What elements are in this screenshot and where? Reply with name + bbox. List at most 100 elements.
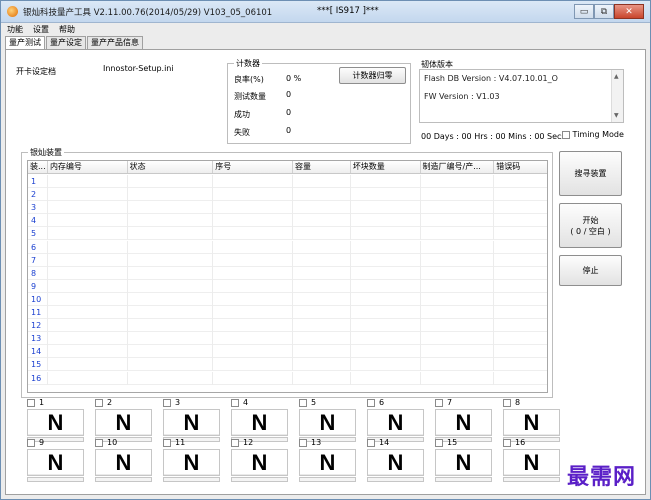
- device-slot[interactable]: 13 N: [299, 438, 359, 483]
- table-row[interactable]: 14: [28, 345, 547, 359]
- slot-checkbox[interactable]: [27, 439, 35, 447]
- table-cell: [48, 240, 128, 254]
- table-cell: [421, 292, 495, 306]
- table-cell: [351, 292, 421, 306]
- table-row[interactable]: 12: [28, 319, 547, 333]
- slot-checkbox[interactable]: [27, 399, 35, 407]
- menu-settings[interactable]: 设置: [33, 23, 49, 36]
- table-cell: [48, 175, 128, 188]
- slot-progress-bar: [299, 477, 356, 482]
- table-cell: [213, 279, 293, 293]
- slot-checkbox[interactable]: [435, 399, 443, 407]
- slot-checkbox[interactable]: [299, 399, 307, 407]
- table-row[interactable]: 4: [28, 214, 547, 228]
- scroll-down-icon[interactable]: ▼: [614, 112, 619, 119]
- slot-checkbox[interactable]: [231, 399, 239, 407]
- device-slot[interactable]: 7N: [435, 398, 495, 443]
- table-row[interactable]: 6: [28, 240, 547, 254]
- tab-mass-test[interactable]: 量产测试: [5, 36, 45, 50]
- chip-title: ***[ IS917 ]***: [317, 6, 379, 16]
- table-row[interactable]: 15: [28, 358, 547, 372]
- stop-button[interactable]: 停止: [559, 255, 622, 286]
- slot-checkbox[interactable]: [299, 439, 307, 447]
- table-cell: [128, 345, 214, 359]
- table-cell: [293, 175, 351, 188]
- device-slot[interactable]: 10 N: [95, 438, 155, 483]
- slot-number: 2: [107, 398, 113, 407]
- device-slot[interactable]: 9N: [27, 438, 87, 483]
- slot-checkbox[interactable]: [435, 439, 443, 447]
- device-slot[interactable]: 8N: [503, 398, 563, 443]
- device-slot[interactable]: 11 N: [163, 438, 223, 483]
- tab-strip: 量产测试 量产设定 量产产品信息: [5, 36, 144, 50]
- tab-product-info[interactable]: 量产产品信息: [87, 36, 143, 50]
- search-device-button[interactable]: 搜寻装置: [559, 151, 622, 196]
- table-row[interactable]: 8: [28, 266, 547, 280]
- success-label: 成功: [234, 110, 250, 119]
- device-slot[interactable]: 14 N: [367, 438, 427, 483]
- col-memory-id[interactable]: 内存编号: [48, 161, 128, 173]
- device-slot[interactable]: 15 N: [435, 438, 495, 483]
- table-cell: [494, 214, 547, 227]
- col-error-code[interactable]: 错误码: [494, 161, 547, 173]
- table-cell: [351, 306, 421, 319]
- device-slot[interactable]: 2N: [95, 398, 155, 443]
- minimize-button[interactable]: ▭: [574, 4, 594, 19]
- maximize-button[interactable]: ⧉: [594, 4, 614, 19]
- col-bad-blocks[interactable]: 坏块数量: [351, 161, 421, 173]
- device-slot[interactable]: 12 N: [231, 438, 291, 483]
- close-button[interactable]: ✕: [614, 4, 644, 19]
- col-capacity[interactable]: 容量: [293, 161, 351, 173]
- table-row[interactable]: 1: [28, 175, 547, 188]
- table-row[interactable]: 3: [28, 201, 547, 215]
- scroll-up-icon[interactable]: ▲: [614, 73, 619, 80]
- reset-counter-button[interactable]: 计数器归零: [339, 67, 406, 84]
- table-cell: [48, 266, 128, 280]
- table-row[interactable]: 2: [28, 188, 547, 202]
- title-bar[interactable]: 银灿科技量产工具 V2.11.00.76(2014/05/29) V103_05…: [1, 1, 650, 23]
- slot-checkbox[interactable]: [163, 439, 171, 447]
- row-index: 3: [28, 201, 48, 215]
- slot-checkbox[interactable]: [367, 439, 375, 447]
- col-device[interactable]: 装...: [28, 161, 48, 173]
- table-row[interactable]: 13: [28, 332, 547, 346]
- slot-checkbox[interactable]: [95, 439, 103, 447]
- tab-mass-settings[interactable]: 量产设定: [46, 36, 86, 50]
- table-cell: [128, 253, 214, 267]
- col-serial[interactable]: 序号: [213, 161, 293, 173]
- device-slot[interactable]: 5N: [299, 398, 359, 443]
- device-slot[interactable]: 6N: [367, 398, 427, 443]
- menu-function[interactable]: 功能: [7, 23, 23, 36]
- timing-mode-checkbox[interactable]: [562, 130, 570, 139]
- table-row[interactable]: 9: [28, 279, 547, 293]
- slot-checkbox[interactable]: [231, 439, 239, 447]
- table-cell: [351, 345, 421, 359]
- table-row[interactable]: 11: [28, 306, 547, 319]
- timing-mode-option[interactable]: Timing Mode: [562, 130, 624, 139]
- device-slot[interactable]: 1N: [27, 398, 87, 443]
- table-row[interactable]: 16: [28, 371, 547, 385]
- device-slot[interactable]: 4N: [231, 398, 291, 443]
- col-manufacturer[interactable]: 制造厂编号/产...: [421, 161, 495, 173]
- table-row[interactable]: 7: [28, 253, 547, 267]
- start-button[interactable]: 开始 ( 0 / 空白 ): [559, 203, 622, 248]
- col-status[interactable]: 状态: [128, 161, 214, 173]
- table-cell: [421, 175, 495, 188]
- table-row[interactable]: 10: [28, 292, 547, 306]
- device-slot[interactable]: 3N: [163, 398, 223, 443]
- slot-checkbox[interactable]: [95, 399, 103, 407]
- slot-checkbox[interactable]: [367, 399, 375, 407]
- menu-help[interactable]: 帮助: [59, 23, 75, 36]
- slot-status: N: [523, 449, 540, 475]
- table-cell: [128, 332, 214, 346]
- open-card-file[interactable]: Innostor-Setup.ini: [103, 64, 174, 73]
- slot-checkbox[interactable]: [503, 399, 511, 407]
- table-cell: [494, 280, 547, 293]
- device-slot[interactable]: 16 N: [503, 438, 563, 483]
- slot-checkbox[interactable]: [163, 399, 171, 407]
- table-cell: [213, 214, 293, 228]
- firmware-scrollbar[interactable]: ▲ ▼: [611, 70, 623, 122]
- device-group-title: 银灿装置: [28, 147, 64, 158]
- slot-checkbox[interactable]: [503, 439, 511, 447]
- table-row[interactable]: 5: [28, 227, 547, 241]
